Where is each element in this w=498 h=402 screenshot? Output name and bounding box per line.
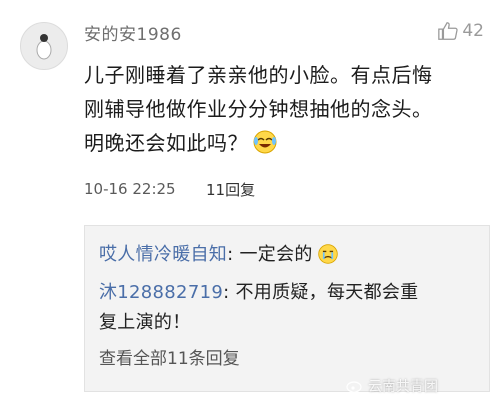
like-button[interactable]: 42 bbox=[437, 20, 484, 42]
like-count: 42 bbox=[462, 21, 484, 41]
reply-text-continued: 复上演的！ bbox=[99, 312, 191, 333]
reply-author[interactable]: 哎人情冷暖自知 bbox=[99, 244, 227, 265]
comment-line: 明晚还会如此吗？ bbox=[84, 126, 488, 160]
reply-item: 哎人情冷暖自知: 一定会的 bbox=[99, 240, 339, 270]
replies-panel: 哎人情冷暖自知: 一定会的 沐128882719: 不用质疑，每天都会重 复上演… bbox=[84, 225, 490, 392]
reply-item: 沐128882719: 不用质疑，每天都会重 复上演的！ bbox=[99, 278, 418, 338]
reply-count-button[interactable]: 11回复 bbox=[196, 176, 265, 203]
watermark-text: 云南共青团 bbox=[368, 379, 438, 395]
crying-emoji-icon bbox=[317, 244, 338, 264]
view-all-replies-link[interactable]: 查看全部11条回复 bbox=[99, 344, 240, 369]
avatar[interactable] bbox=[20, 22, 68, 70]
comment-line-text: 明晚还会如此吗？ bbox=[84, 131, 248, 155]
reply-author[interactable]: 沐128882719 bbox=[99, 282, 223, 303]
watermark: 云南共青团 bbox=[346, 376, 438, 396]
comment-username[interactable]: 安的安1986 bbox=[84, 20, 182, 45]
avatar-figure-icon bbox=[36, 34, 52, 60]
thumbs-up-icon bbox=[438, 22, 459, 40]
crying-laughing-emoji-icon bbox=[253, 130, 277, 154]
comment-text: 儿子刚睡着了亲亲他的小脸。有点后悔 刚辅导他做作业分分钟想抽他的念头。 明晚还会… bbox=[84, 58, 488, 160]
reply-text: : 不用质疑，每天都会重 bbox=[223, 282, 419, 303]
comment-line: 儿子刚睡着了亲亲他的小脸。有点后悔 bbox=[84, 63, 433, 87]
weibo-logo-icon bbox=[346, 381, 362, 393]
reply-text: : 一定会的 bbox=[227, 244, 313, 265]
comment-line: 刚辅导他做作业分分钟想抽他的念头。 bbox=[84, 97, 433, 121]
comment-timestamp: 10-16 22:25 bbox=[84, 180, 176, 198]
